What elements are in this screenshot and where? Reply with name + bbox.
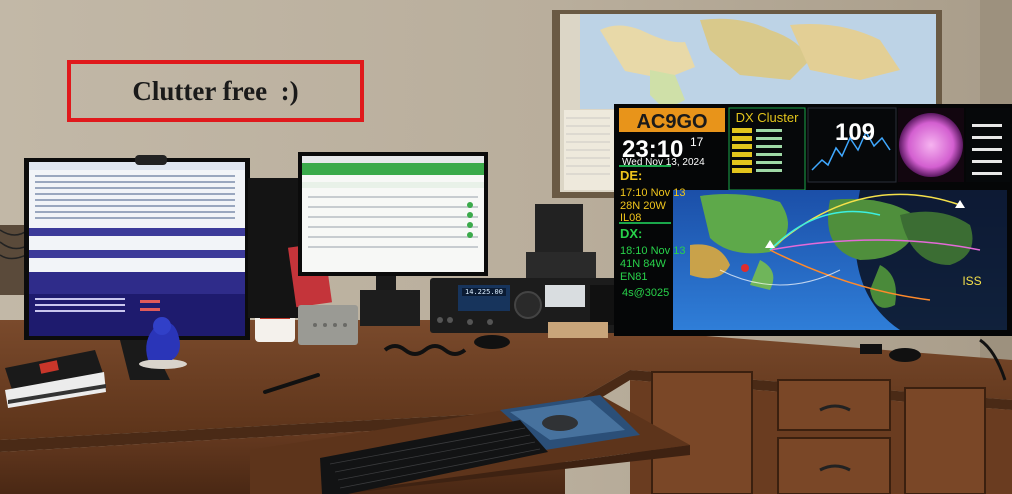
sunspot-number: 109 — [835, 119, 875, 146]
dx-time: 18:10 Nov 13 — [620, 245, 685, 257]
iss-label: ISS — [962, 274, 981, 288]
de-label: DE: — [620, 168, 642, 183]
caption-box: Clutter free :) — [67, 60, 364, 122]
radio-frequency: 14.225.00 — [465, 288, 503, 296]
clock-date: Wed Nov 13, 2024 — [622, 157, 705, 168]
dx-grid: EN81 — [620, 271, 648, 283]
middle-monitor — [298, 152, 488, 292]
dx-coords: 41N 84W — [620, 258, 666, 270]
clock-seconds: 17 — [690, 135, 704, 149]
de-coords: 28N 20W — [620, 200, 666, 212]
dx-label: DX: — [620, 226, 642, 241]
hf-transceiver — [430, 278, 630, 338]
cluster-title: DX Cluster — [736, 110, 800, 125]
speaker — [298, 305, 358, 345]
de-time: 17:10 Nov 13 — [620, 187, 685, 199]
shack-photo: AC9GO DX Cluster 23:10 17 Wed Nov 13, 20… — [0, 0, 1012, 494]
de-grid: IL08 — [620, 212, 641, 224]
dx-footer: 4s@3025 — [622, 287, 669, 299]
caption-text: Clutter free :) — [132, 75, 299, 106]
callsign-text: AC9GO — [636, 111, 707, 133]
